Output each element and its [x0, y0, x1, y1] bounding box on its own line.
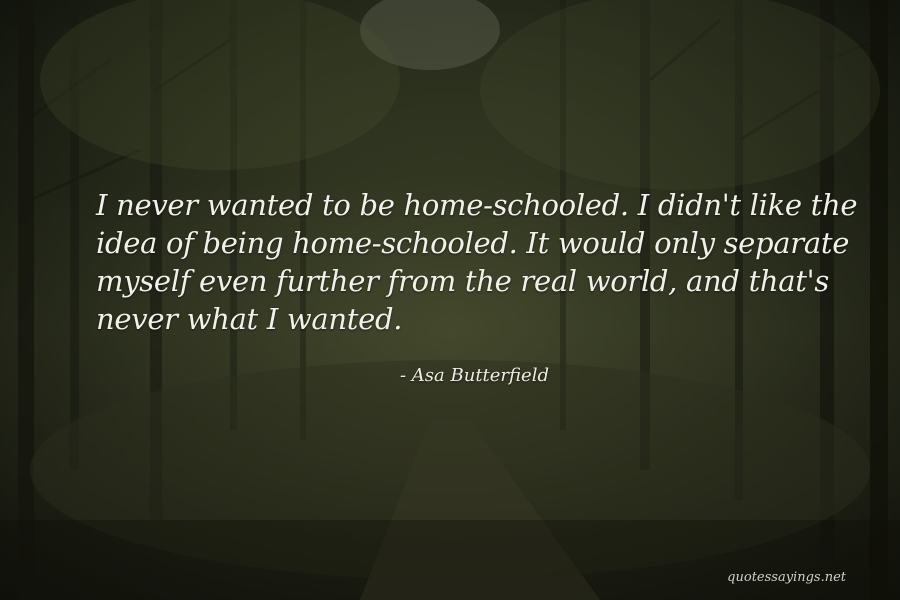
quote-line: idea of being home-schooled. It would on… — [96, 226, 850, 260]
site-watermark: quotessayings.net — [727, 570, 846, 585]
quote-author: - Asa Butterfield — [400, 365, 549, 386]
tree-trunk — [18, 0, 34, 600]
quote-line: I never wanted to be home-schooled. I di… — [96, 188, 858, 222]
quote-line: myself even further from the real world,… — [96, 264, 829, 298]
vignette — [0, 520, 900, 600]
quote-text: I never wanted to be home-schooled. I di… — [96, 186, 858, 338]
quote-line: never what I wanted. — [96, 302, 403, 336]
foliage — [40, 0, 400, 170]
quote-image: I never wanted to be home-schooled. I di… — [0, 0, 900, 600]
